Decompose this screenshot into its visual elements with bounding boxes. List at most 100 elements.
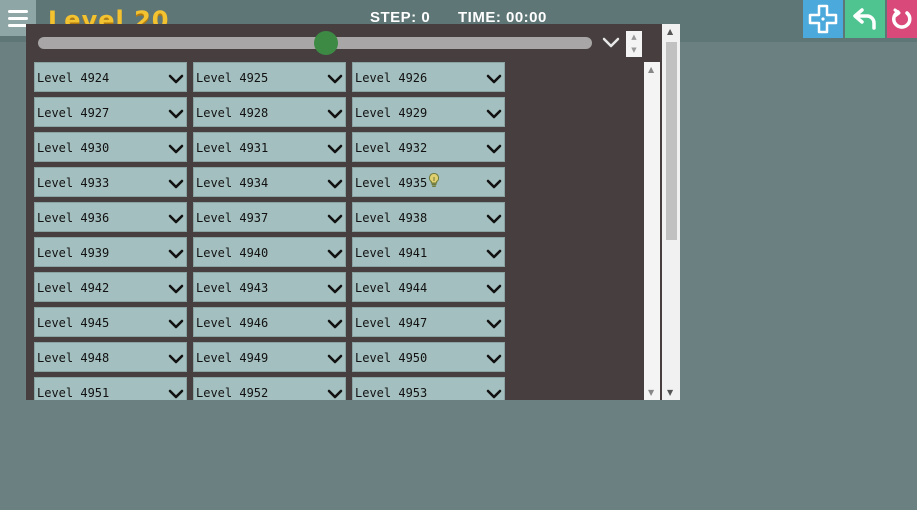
chevron-down-icon bbox=[327, 179, 343, 189]
level-label: Level 4945 bbox=[37, 316, 110, 330]
chevron-down-icon bbox=[327, 284, 343, 294]
chevron-down-icon bbox=[168, 179, 184, 189]
chevron-down-icon bbox=[486, 354, 502, 364]
level-select-item[interactable]: Level 4934 bbox=[193, 167, 346, 197]
chevron-down-icon bbox=[327, 109, 343, 119]
level-select-item[interactable]: Level 4933 bbox=[34, 167, 187, 197]
undo-button[interactable] bbox=[845, 0, 885, 38]
level-label: Level 4932 bbox=[355, 141, 428, 155]
level-label: Level 4952 bbox=[196, 386, 269, 400]
level-label: Level 4944 bbox=[355, 281, 428, 295]
level-select-item[interactable]: Level 4943 bbox=[193, 272, 346, 302]
level-grid-viewport: Level 4924 Level 4925 Level 4926 Level 4927… bbox=[34, 62, 644, 400]
level-select-item[interactable]: Level 4931 bbox=[193, 132, 346, 162]
level-select-item[interactable]: Level 4927 bbox=[34, 97, 187, 127]
level-label: Level 4930 bbox=[37, 141, 110, 155]
scroll-down-icon[interactable]: ▼ bbox=[631, 47, 636, 54]
chevron-down-icon bbox=[168, 389, 184, 399]
level-select-item[interactable]: Level 4942 bbox=[34, 272, 187, 302]
level-label: Level 4951 bbox=[37, 386, 110, 400]
level-label: Level 4928 bbox=[196, 106, 269, 120]
chevron-down-icon bbox=[168, 249, 184, 259]
hamburger-icon bbox=[8, 9, 28, 13]
level-label: Level 4938 bbox=[355, 211, 428, 225]
scroll-up-icon[interactable]: ▲ bbox=[648, 65, 654, 74]
chevron-down-icon bbox=[327, 214, 343, 224]
level-select-item[interactable]: Level 4939 bbox=[34, 237, 187, 267]
level-label: Level 4925 bbox=[196, 71, 269, 85]
level-label: Level 4946 bbox=[196, 316, 269, 330]
chevron-down-icon bbox=[168, 74, 184, 84]
level-label: Level 4949 bbox=[196, 351, 269, 365]
scroll-up-icon[interactable]: ▲ bbox=[667, 27, 673, 36]
chevron-down-icon bbox=[486, 74, 502, 84]
scroll-down-icon[interactable]: ▼ bbox=[667, 388, 673, 397]
chevron-down-icon bbox=[327, 319, 343, 329]
level-select-item[interactable]: Level 4950 bbox=[352, 342, 505, 372]
level-label: Level 4935 bbox=[355, 176, 428, 190]
level-label: Level 4942 bbox=[37, 281, 110, 295]
level-select-item[interactable]: Level 4944 bbox=[352, 272, 505, 302]
chevron-down-icon bbox=[327, 74, 343, 84]
level-select-item[interactable]: Level 4932 bbox=[352, 132, 505, 162]
chevron-down-icon[interactable] bbox=[600, 34, 622, 52]
level-select-item[interactable]: Level 4952 bbox=[193, 377, 346, 400]
chevron-down-icon bbox=[168, 214, 184, 224]
chevron-down-icon bbox=[486, 389, 502, 399]
chevron-down-icon bbox=[486, 109, 502, 119]
chevron-down-icon bbox=[327, 354, 343, 364]
lightbulb-icon bbox=[428, 172, 440, 187]
scroll-up-icon[interactable]: ▲ bbox=[631, 34, 636, 41]
level-select-item[interactable]: Level 4936 bbox=[34, 202, 187, 232]
level-select-item[interactable]: Level 4941 bbox=[352, 237, 505, 267]
chevron-down-icon bbox=[168, 354, 184, 364]
level-select-item[interactable]: Level 4935 bbox=[352, 167, 505, 197]
chevron-down-icon bbox=[486, 179, 502, 189]
level-label: Level 4941 bbox=[355, 246, 428, 260]
level-select-item[interactable]: Level 4925 bbox=[193, 62, 346, 92]
level-select-item[interactable]: Level 4945 bbox=[34, 307, 187, 337]
chevron-down-icon bbox=[486, 144, 502, 154]
restart-icon bbox=[892, 8, 912, 29]
level-list-scrollbar[interactable]: ▲ ▼ bbox=[644, 62, 660, 400]
level-select-item[interactable]: Level 4951 bbox=[34, 377, 187, 400]
level-select-item[interactable]: Level 4928 bbox=[193, 97, 346, 127]
mini-scrollbar[interactable]: ▲ ▼ bbox=[626, 31, 642, 57]
level-select-item[interactable]: Level 4937 bbox=[193, 202, 346, 232]
level-select-item[interactable]: Level 4946 bbox=[193, 307, 346, 337]
level-select-panel: ▲ ▼ Level 4924 Level 4925 Level 4926 Level … bbox=[26, 24, 662, 400]
chevron-down-icon bbox=[486, 319, 502, 329]
chevron-down-icon bbox=[168, 284, 184, 294]
level-select-item[interactable]: Level 4947 bbox=[352, 307, 505, 337]
level-select-item[interactable]: Level 4953 bbox=[352, 377, 505, 400]
level-label: Level 4926 bbox=[355, 71, 428, 85]
panel-scrollbar[interactable]: ▲ ▼ bbox=[662, 24, 680, 400]
level-label: Level 4929 bbox=[355, 106, 428, 120]
scrollbar-thumb[interactable] bbox=[666, 42, 677, 240]
level-label: Level 4939 bbox=[37, 246, 110, 260]
restart-button[interactable] bbox=[887, 0, 917, 38]
level-select-item[interactable]: Level 4938 bbox=[352, 202, 505, 232]
level-select-item[interactable]: Level 4940 bbox=[193, 237, 346, 267]
level-label: Level 4953 bbox=[355, 386, 428, 400]
level-select-item[interactable]: Level 4926 bbox=[352, 62, 505, 92]
level-select-item[interactable]: Level 4948 bbox=[34, 342, 187, 372]
chevron-down-icon bbox=[486, 214, 502, 224]
level-select-item[interactable]: Level 4949 bbox=[193, 342, 346, 372]
level-label: Level 4934 bbox=[196, 176, 269, 190]
level-slider-handle[interactable] bbox=[314, 31, 339, 55]
level-grid: Level 4924 Level 4925 Level 4926 Level 4927… bbox=[34, 62, 644, 400]
level-label: Level 4933 bbox=[37, 176, 110, 190]
level-label: Level 4927 bbox=[37, 106, 110, 120]
level-select-item[interactable]: Level 4924 bbox=[34, 62, 187, 92]
level-select-item[interactable]: Level 4929 bbox=[352, 97, 505, 127]
chevron-down-icon bbox=[327, 389, 343, 399]
level-select-item[interactable]: Level 4930 bbox=[34, 132, 187, 162]
level-label: Level 4943 bbox=[196, 281, 269, 295]
level-label: Level 4936 bbox=[37, 211, 110, 225]
undo-icon bbox=[853, 8, 876, 30]
level-label: Level 4948 bbox=[37, 351, 110, 365]
move-button[interactable] bbox=[803, 0, 843, 38]
scroll-down-icon[interactable]: ▼ bbox=[648, 388, 654, 397]
chevron-down-icon bbox=[327, 249, 343, 259]
